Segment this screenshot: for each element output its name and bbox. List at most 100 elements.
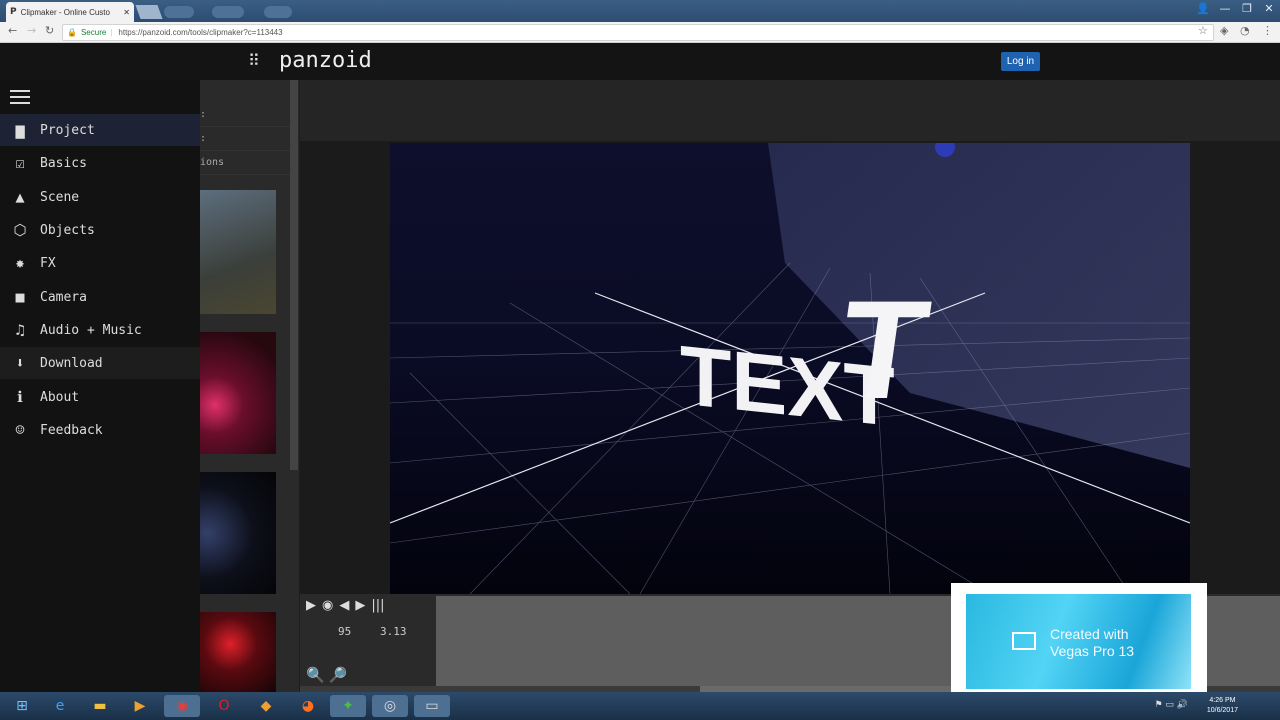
camera-icon: ■	[15, 288, 25, 306]
template-thumbnail[interactable]	[200, 332, 276, 454]
list-scrollbar[interactable]	[290, 80, 298, 470]
forward-arrow-icon[interactable]: →	[27, 24, 36, 37]
menu-item-about[interactable]: ℹ About	[0, 381, 200, 413]
menu-item-objects[interactable]: ⬡ Objects	[0, 214, 200, 246]
app-icon[interactable]: ◎	[372, 695, 408, 717]
watermark-line: Created with	[1050, 626, 1129, 642]
waveform-icon[interactable]: |||	[371, 598, 384, 613]
menu-item-label: Scene	[40, 189, 80, 205]
app-icon[interactable]: ✦	[330, 695, 366, 717]
menu-item-feedback[interactable]: ☺ Feedback	[0, 414, 200, 446]
file-explorer-icon[interactable]: ▬	[82, 695, 118, 717]
start-button-icon[interactable]: ⊞	[4, 695, 40, 717]
maximize-button[interactable]: ❐	[1236, 0, 1258, 20]
template-thumbnail[interactable]	[200, 612, 276, 692]
close-window-button[interactable]: ✕	[1258, 0, 1280, 20]
menu-item-label: Audio + Music	[40, 322, 142, 338]
browser-menu-icon[interactable]: ⋮	[1262, 24, 1273, 37]
menu-item-label: FX	[40, 255, 56, 271]
eye-icon[interactable]: ◉	[322, 598, 333, 613]
menu-item-fx[interactable]: ✸ FX	[0, 247, 200, 279]
lock-icon: 🔒	[67, 28, 77, 37]
menu-item-label: About	[40, 389, 80, 405]
download-icon: ⬇	[15, 354, 25, 372]
frame-counter: 95	[338, 625, 352, 638]
site-logo[interactable]: panzoid	[279, 48, 372, 73]
template-thumbnail[interactable]	[200, 472, 276, 594]
internet-explorer-icon[interactable]: e	[42, 695, 78, 717]
login-button[interactable]: Log in	[1001, 52, 1040, 71]
menu-item-label: Basics	[40, 155, 87, 171]
folder-icon: ▆	[15, 121, 25, 139]
menu-item-basics[interactable]: ☑ Basics	[0, 147, 200, 179]
mountain-icon: ▲	[15, 188, 25, 206]
panzoid-favicon-icon: P	[10, 7, 17, 17]
app-icon[interactable]: ◆	[248, 695, 284, 717]
back-arrow-icon[interactable]: ←	[8, 24, 17, 37]
list-row[interactable]: ions	[200, 152, 290, 175]
template-list-panel: : : ions	[200, 80, 299, 692]
burst-icon: ✸	[15, 254, 25, 272]
clock-time: 4:26 PM	[1209, 697, 1236, 704]
extension-icon[interactable]: ◔	[1240, 24, 1250, 37]
app-icon[interactable]: ▭	[414, 695, 450, 717]
menu-item-project[interactable]: ▆ Project	[0, 114, 200, 146]
reload-icon[interactable]: ↻	[45, 24, 54, 37]
profile-icon[interactable]: 👤	[1192, 0, 1214, 20]
music-icon: ♫	[15, 321, 25, 339]
apps-grid-icon[interactable]: ⠿	[248, 53, 260, 69]
browser-tab-bar: P Clipmaker - Online Custo ✕ 👤 — ❐ ✕	[0, 0, 1280, 22]
info-icon: ℹ	[17, 388, 23, 406]
address-bar-row: ← → ↻ 🔒 Secure | https://panzoid.com/tools/…	[0, 22, 1280, 43]
site-header: ⠿ panzoid Log in	[0, 43, 1280, 80]
step-back-icon[interactable]: ◀	[339, 598, 349, 613]
new-tab-button[interactable]	[135, 5, 163, 19]
url-field[interactable]: 🔒 Secure | https://panzoid.com/tools/clipma…	[62, 24, 1214, 41]
playback-controls: ▶ ◉ ◀ ▶ |||	[306, 598, 384, 613]
play-icon[interactable]: ▶	[306, 598, 316, 613]
menu-item-label: Feedback	[40, 422, 103, 438]
template-thumbnail[interactable]	[200, 190, 276, 314]
list-row[interactable]: :	[200, 104, 290, 127]
time-readout: 3.13	[380, 625, 407, 638]
watermark-line: Vegas Pro 13	[1050, 643, 1135, 659]
taskbar-clock[interactable]: 4:26 PM 10/6/2017	[1207, 696, 1238, 716]
film-strip-icon	[1012, 632, 1036, 650]
smiley-icon: ☺	[15, 421, 25, 439]
menu-item-label: Camera	[40, 289, 87, 305]
system-tray[interactable]: ⚑ ▭ 🔊	[1155, 700, 1189, 710]
clock-date: 10/6/2017	[1206, 707, 1238, 714]
background-blur	[264, 6, 292, 18]
window-controls: 👤 — ❐ ✕	[1192, 0, 1280, 20]
3d-preview-canvas[interactable]: TEXT T	[390, 143, 1190, 594]
secure-label: Secure	[80, 28, 107, 37]
zoom-out-icon[interactable]: 🔍	[306, 666, 325, 684]
browser-tab[interactable]: P Clipmaker - Online Custo ✕	[6, 2, 134, 22]
extension-icon[interactable]: ◈	[1220, 24, 1228, 37]
url-text: https://panzoid.com/tools/clipmaker?c=11…	[118, 28, 283, 37]
step-forward-icon[interactable]: ▶	[355, 598, 365, 613]
minimize-button[interactable]: —	[1214, 0, 1236, 20]
bookmark-star-icon[interactable]: ☆	[1198, 24, 1208, 37]
windows-taskbar: ⊞ e ▬ ▶ ◉ O ◆ ◕ ✦ ◎ ▭ ⚑ ▭ 🔊 4:26 PM 10/6…	[0, 692, 1280, 720]
editor-toolbar	[300, 80, 1280, 142]
menu-item-download[interactable]: ⬇ Download	[0, 347, 200, 379]
tab-title: Clipmaker - Online Custo	[20, 7, 110, 17]
tab-close-icon[interactable]: ✕	[123, 8, 130, 17]
media-player-icon[interactable]: ▶	[122, 695, 158, 717]
menu-item-scene[interactable]: ▲ Scene	[0, 181, 200, 213]
zoom-controls: 🔍 🔎	[306, 666, 347, 684]
firefox-icon[interactable]: ◕	[290, 695, 326, 717]
watermark-text: Created with Vegas Pro 13	[1050, 626, 1134, 660]
menu-item-audio-music[interactable]: ♫ Audio + Music	[0, 314, 200, 346]
menu-item-label: Download	[40, 355, 103, 371]
background-blur	[164, 6, 194, 18]
menu-item-camera[interactable]: ■ Camera	[0, 281, 200, 313]
list-row[interactable]: :	[200, 128, 290, 151]
menu-item-label: Project	[40, 122, 95, 138]
opera-icon[interactable]: O	[206, 695, 242, 717]
chrome-icon[interactable]: ◉	[164, 695, 200, 717]
background-blur	[212, 6, 244, 18]
hamburger-menu-icon[interactable]	[10, 90, 30, 108]
zoom-in-icon[interactable]: 🔎	[329, 666, 348, 684]
